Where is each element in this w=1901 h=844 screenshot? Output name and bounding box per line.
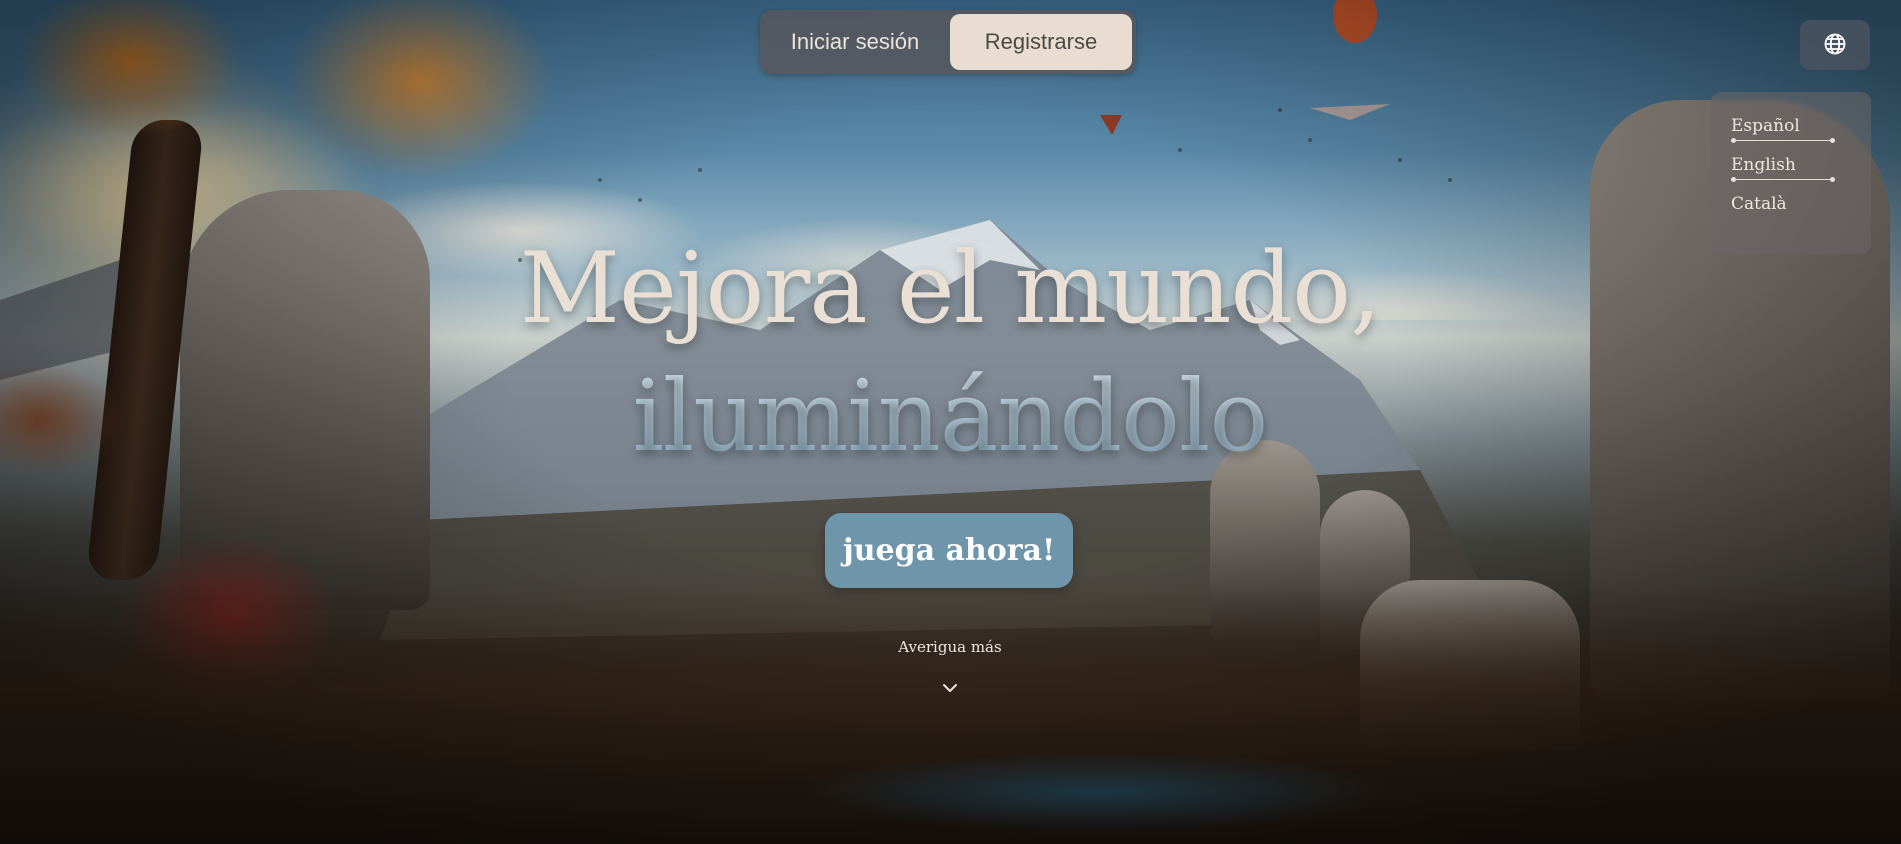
chevron-down-icon[interactable] [940, 678, 960, 698]
learn-more-link[interactable]: Averigua más [850, 638, 1050, 656]
language-option-es[interactable]: Español [1731, 112, 1871, 140]
login-button[interactable]: Iniciar sesión [764, 14, 946, 70]
hero-headline: Mejora el mundo, iluminándolo [450, 225, 1450, 481]
divider [1731, 177, 1835, 182]
divider [1731, 138, 1835, 143]
language-menu: Español English Català [1711, 92, 1871, 254]
language-toggle-button[interactable] [1800, 20, 1870, 70]
auth-toggle: Iniciar sesión Registrarse [760, 10, 1136, 74]
register-button[interactable]: Registrarse [950, 14, 1132, 70]
play-now-button[interactable]: juega ahora! [825, 513, 1073, 588]
language-option-en[interactable]: English [1731, 151, 1871, 179]
hero-section: Mejora el mundo, iluminándolo [450, 225, 1450, 481]
headline-line-1: Mejora el mundo, [519, 232, 1382, 346]
globe-icon [1823, 32, 1847, 59]
language-option-ca[interactable]: Català [1731, 190, 1871, 218]
headline-line-2: iluminándolo [450, 353, 1450, 481]
